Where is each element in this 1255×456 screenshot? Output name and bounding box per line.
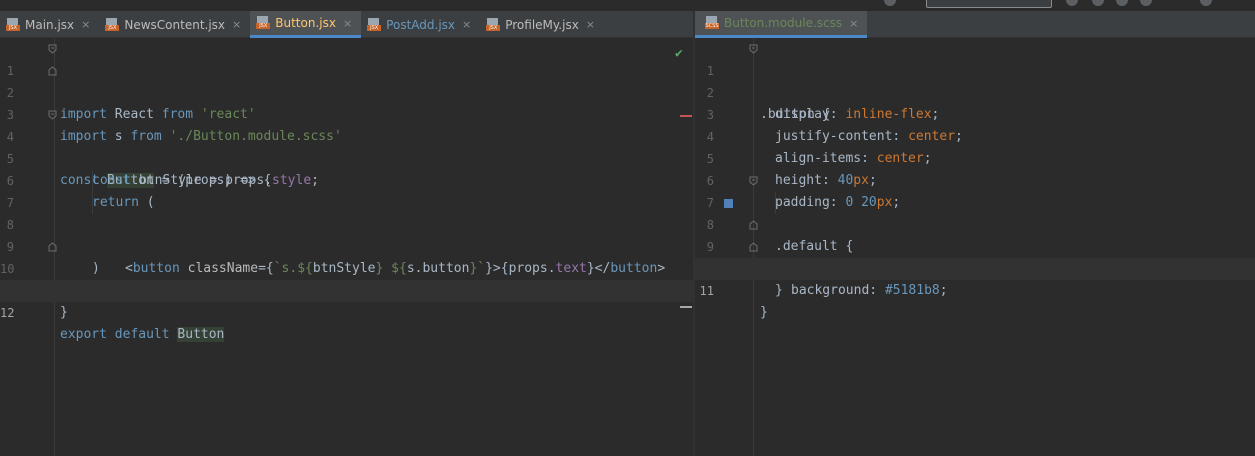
code-line[interactable]: 4 align-items: center; [695, 104, 1255, 166]
code-line[interactable]: 11 [0, 258, 693, 298]
code-line[interactable]: 2 display: inline-flex; [695, 60, 1255, 122]
code-text: } [775, 283, 783, 298]
fold-icon[interactable] [48, 242, 57, 252]
code-line[interactable]: 10 } [695, 236, 1255, 320]
left-editor[interactable]: 1 import React from 'react' ✔ 2 import s… [0, 38, 693, 456]
code-line[interactable]: 9 } [695, 214, 1255, 298]
tab-button-jsx[interactable]: JSX Button.jsx × [250, 11, 362, 38]
tab-main-jsx[interactable]: JSX Main.jsx × [0, 11, 99, 38]
scroll-marker[interactable] [680, 306, 692, 308]
code-text: background: #5181b8; [791, 283, 948, 298]
color-swatch-icon[interactable] [724, 199, 733, 208]
code-line[interactable]: 10 } [0, 236, 693, 320]
jsx-file-icon: JSX [256, 16, 271, 30]
tab-button-module-scss[interactable]: SCSS Button.module.scss × [695, 11, 868, 38]
code-text: export default Button [60, 327, 225, 342]
code-line[interactable]: 7 [0, 170, 693, 210]
tab-postadd-jsx[interactable]: JSX PostAdd.jsx × [361, 11, 480, 38]
code-line[interactable]: 3 justify-content: center; [695, 82, 1255, 144]
tab-profilemy-jsx[interactable]: JSX ProfileMy.jsx × [480, 11, 604, 38]
code-line[interactable]: 8 background: #5181b8; [695, 192, 1255, 298]
tab-label: Main.jsx [25, 17, 75, 32]
code-line[interactable]: 6 return ( [0, 148, 693, 210]
fold-icon[interactable] [48, 44, 57, 54]
jsx-file-icon: JSX [367, 17, 382, 32]
tab-newscontent-jsx[interactable]: JSX NewsContent.jsx × [99, 11, 250, 38]
code-line[interactable]: 3 [0, 82, 693, 122]
code-line[interactable]: 6 padding: 0 20px; [695, 148, 1255, 210]
tab-label: Button.jsx [275, 16, 336, 30]
code-line[interactable]: 7 .default { [695, 170, 1255, 254]
git-icon[interactable] [1200, 0, 1212, 6]
toolbar-icon[interactable] [884, 0, 896, 6]
coverage-icon[interactable] [1116, 0, 1128, 6]
right-editor[interactable]: 1 .button { 2 display: inline-flex; 3 ju… [695, 38, 1255, 456]
tab-label: PostAdd.jsx [386, 17, 456, 32]
code-line[interactable]: 8 <button className={`s.${btnStyle} ${s.… [0, 192, 693, 276]
stop-icon[interactable] [1140, 0, 1152, 6]
fold-icon[interactable] [749, 44, 758, 54]
code-text: } [60, 305, 68, 320]
code-line[interactable]: 5 height: 40px; [695, 126, 1255, 188]
code-line[interactable]: 4 const Button = (props) => { [0, 104, 693, 188]
right-tab-bar: SCSS Button.module.scss × [695, 11, 1255, 38]
left-tab-bar: JSX Main.jsx × JSX NewsContent.jsx × JSX… [0, 11, 693, 38]
close-icon[interactable]: × [462, 18, 471, 31]
code-line-current[interactable]: 11 [695, 258, 1255, 298]
error-stripe-marker[interactable] [680, 115, 692, 117]
tab-label: NewsContent.jsx [124, 17, 226, 32]
top-toolbar [870, 0, 1255, 8]
code-line[interactable]: 1 import React from 'react' ✔ [0, 38, 693, 122]
indent-guide [92, 170, 93, 192]
jsx-file-icon: JSX [6, 17, 20, 32]
tab-label: Button.module.scss [724, 16, 843, 30]
line-number: 11 [699, 284, 714, 298]
fold-icon[interactable] [749, 176, 758, 186]
scss-file-icon: SCSS [705, 16, 719, 30]
close-icon[interactable]: × [586, 18, 595, 31]
add-configuration-button[interactable] [926, 0, 1052, 8]
fold-icon[interactable] [48, 66, 57, 76]
run-icon[interactable] [1066, 0, 1078, 6]
indent-guide [775, 192, 776, 214]
code-line[interactable]: 9 ) [0, 214, 693, 276]
code-line[interactable]: 1 .button { [695, 38, 1255, 122]
ide-window: JSX Main.jsx × JSX NewsContent.jsx × JSX… [0, 0, 1255, 456]
tab-label: ProfileMy.jsx [505, 17, 579, 32]
fold-icon[interactable] [749, 220, 758, 230]
code-line[interactable]: 2 import s from './Button.module.scss' [0, 60, 693, 144]
debug-icon[interactable] [1092, 0, 1104, 6]
jsx-file-icon: JSX [105, 17, 120, 32]
code-line[interactable]: 5 const btnStyle = props.style; [0, 126, 693, 188]
line-number: 12 [0, 306, 15, 320]
code-line-current[interactable]: 12 export default Button [0, 280, 693, 342]
fold-icon[interactable] [48, 110, 57, 120]
close-icon[interactable]: × [81, 18, 90, 31]
code-text: } [760, 305, 768, 320]
close-icon[interactable]: × [849, 17, 858, 30]
fold-icon[interactable] [749, 242, 758, 252]
jsx-file-icon: JSX [486, 17, 501, 32]
indent-guide [92, 192, 93, 214]
close-icon[interactable]: × [343, 17, 352, 30]
close-icon[interactable]: × [232, 18, 241, 31]
